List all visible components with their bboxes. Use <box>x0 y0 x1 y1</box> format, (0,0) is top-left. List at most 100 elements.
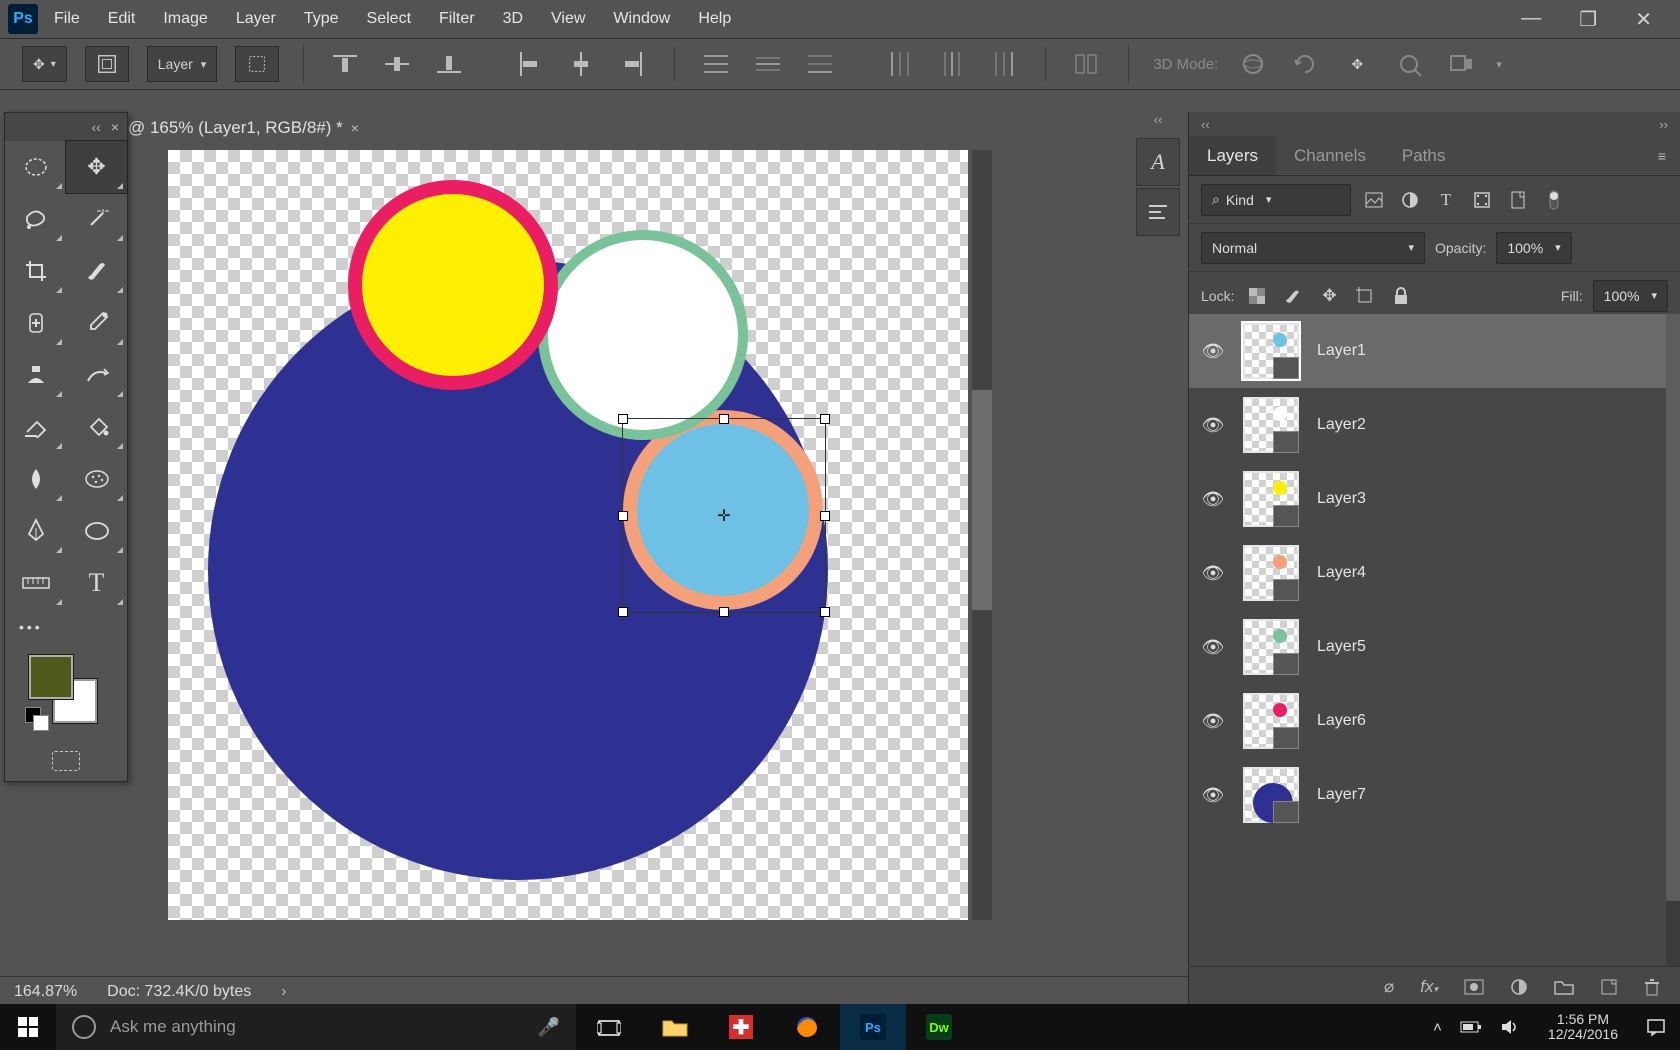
visibility-toggle-icon[interactable]: 👁 <box>1201 415 1225 436</box>
align-right-icon[interactable] <box>616 47 650 81</box>
visibility-toggle-icon[interactable]: 👁 <box>1201 563 1225 584</box>
layer-row[interactable]: 👁Layer1 <box>1189 314 1666 388</box>
panel-expand-icon[interactable]: ›› <box>1659 117 1668 132</box>
layer-thumbnail[interactable] <box>1243 767 1299 823</box>
distribute-left-icon[interactable] <box>883 47 917 81</box>
transform-pivot-icon[interactable]: ✛ <box>716 508 732 524</box>
scale-3d-icon[interactable] <box>1444 47 1478 81</box>
document-tab[interactable]: @ 165% (Layer1, RGB/8#) * × <box>128 108 359 148</box>
layer-row[interactable]: 👁Layer7 <box>1189 758 1666 832</box>
start-button[interactable] <box>0 1017 56 1037</box>
dock-expand-icon[interactable]: ‹‹ <box>1134 112 1182 136</box>
taskbar-search[interactable]: Ask me anything 🎤 <box>56 1004 576 1050</box>
minimize-button[interactable]: — <box>1521 7 1541 32</box>
marquee-tool[interactable] <box>5 141 66 193</box>
distribute-right-icon[interactable] <box>987 47 1021 81</box>
paint-bucket-tool[interactable] <box>66 401 127 453</box>
transform-handle-bl[interactable] <box>618 607 628 617</box>
auto-select-toggle[interactable] <box>85 46 129 82</box>
magic-wand-tool[interactable] <box>66 193 127 245</box>
quick-mask-toggle[interactable] <box>5 741 127 781</box>
transform-handle-tm[interactable] <box>719 414 729 424</box>
document-tab-close-icon[interactable]: × <box>351 120 359 136</box>
move-tool-indicator[interactable]: ✥ ▾ <box>22 46 67 82</box>
menu-edit[interactable]: Edit <box>108 10 136 28</box>
transform-handle-br[interactable] <box>820 607 830 617</box>
eyedropper-tool[interactable] <box>66 297 127 349</box>
tab-layers[interactable]: Layers <box>1189 136 1276 175</box>
fill-field[interactable]: 100%▾ <box>1593 280 1668 312</box>
layer-filter-kind[interactable]: ⌕Kind▾ <box>1201 184 1351 216</box>
pan-3d-icon[interactable]: ✥ <box>1340 47 1374 81</box>
menu-select[interactable]: Select <box>367 10 411 28</box>
visibility-toggle-icon[interactable]: 👁 <box>1201 637 1225 658</box>
pen-tool[interactable] <box>5 505 66 557</box>
menu-window[interactable]: Window <box>613 10 670 28</box>
layer-thumbnail[interactable] <box>1243 397 1299 453</box>
ellipse-shape-tool[interactable] <box>66 505 127 557</box>
tab-channels[interactable]: Channels <box>1276 136 1384 175</box>
task-view-icon[interactable] <box>576 1004 642 1050</box>
menu-layer[interactable]: Layer <box>236 10 276 28</box>
brush-tool[interactable] <box>66 245 127 297</box>
distribute-bottom-icon[interactable] <box>803 47 837 81</box>
transform-handle-tr[interactable] <box>820 414 830 424</box>
menu-3d[interactable]: 3D <box>503 10 523 28</box>
lock-all-icon[interactable] <box>1388 283 1414 309</box>
visibility-toggle-icon[interactable]: 👁 <box>1201 489 1225 510</box>
transform-handle-ml[interactable] <box>618 511 628 521</box>
align-vcenter-icon[interactable] <box>380 47 414 81</box>
mic-icon[interactable]: 🎤 <box>538 1017 560 1038</box>
canvas-vscroll-thumb[interactable] <box>972 390 992 610</box>
character-panel-icon[interactable]: A <box>1136 138 1180 186</box>
close-tools-icon[interactable]: × <box>111 119 119 135</box>
lock-position-icon[interactable]: ✥ <box>1316 283 1342 309</box>
align-bottom-icon[interactable] <box>432 47 466 81</box>
crop-tool[interactable] <box>5 245 66 297</box>
layer-thumbnail[interactable] <box>1243 323 1299 379</box>
taskbar-clock[interactable]: 1:56 PM 12/24/2016 <box>1538 1012 1628 1043</box>
distribute-vcenter-icon[interactable] <box>751 47 785 81</box>
roll-3d-icon[interactable] <box>1288 47 1322 81</box>
menu-help[interactable]: Help <box>698 10 731 28</box>
opacity-field[interactable]: 100%▾ <box>1496 232 1571 264</box>
panel-menu-icon[interactable]: ≡ <box>1658 148 1680 164</box>
ruler-tool[interactable] <box>5 557 66 609</box>
eraser-tool[interactable] <box>5 401 66 453</box>
layer-thumbnail[interactable] <box>1243 545 1299 601</box>
battery-icon[interactable] <box>1460 1020 1482 1034</box>
menu-image[interactable]: Image <box>163 10 207 28</box>
distribute-hcenter-icon[interactable] <box>935 47 969 81</box>
layer-thumbnail[interactable] <box>1243 693 1299 749</box>
visibility-toggle-icon[interactable]: 👁 <box>1201 341 1225 362</box>
adjustment-layer-icon[interactable] <box>1510 978 1528 996</box>
paragraph-panel-icon[interactable] <box>1136 188 1180 236</box>
menu-view[interactable]: View <box>551 10 585 28</box>
align-top-icon[interactable] <box>328 47 362 81</box>
canvas-vscrollbar[interactable] <box>972 150 992 920</box>
filter-type-icon[interactable]: T <box>1433 187 1459 213</box>
menu-type[interactable]: Type <box>304 10 339 28</box>
status-menu-arrow-icon[interactable]: › <box>281 983 286 1001</box>
transform-bounding-box[interactable]: ✛ <box>622 418 826 613</box>
layer-row[interactable]: 👁Layer5 <box>1189 610 1666 684</box>
filter-toggle-switch[interactable] <box>1541 187 1567 213</box>
sponge-tool[interactable] <box>66 453 127 505</box>
layer-row[interactable]: 👁Layer2 <box>1189 388 1666 462</box>
visibility-toggle-icon[interactable]: 👁 <box>1201 711 1225 732</box>
new-group-icon[interactable] <box>1554 979 1574 995</box>
delete-layer-icon[interactable] <box>1644 978 1660 996</box>
auto-select-target[interactable]: Layer▾ <box>147 46 218 82</box>
layer-fx-icon[interactable]: fx▾ <box>1420 977 1438 997</box>
file-explorer-icon[interactable] <box>642 1004 708 1050</box>
distribute-top-icon[interactable] <box>699 47 733 81</box>
menu-file[interactable]: File <box>54 10 80 28</box>
lasso-tool[interactable] <box>5 193 66 245</box>
link-layers-icon[interactable]: ⌀ <box>1384 977 1394 997</box>
layer-thumbnail[interactable] <box>1243 619 1299 675</box>
lock-paint-icon[interactable] <box>1280 283 1306 309</box>
move-tool[interactable]: ✥ <box>66 141 127 193</box>
dreamweaver-taskbar-icon[interactable]: Dw <box>906 1004 972 1050</box>
clone-stamp-tool[interactable] <box>5 349 66 401</box>
tab-paths[interactable]: Paths <box>1384 136 1463 175</box>
